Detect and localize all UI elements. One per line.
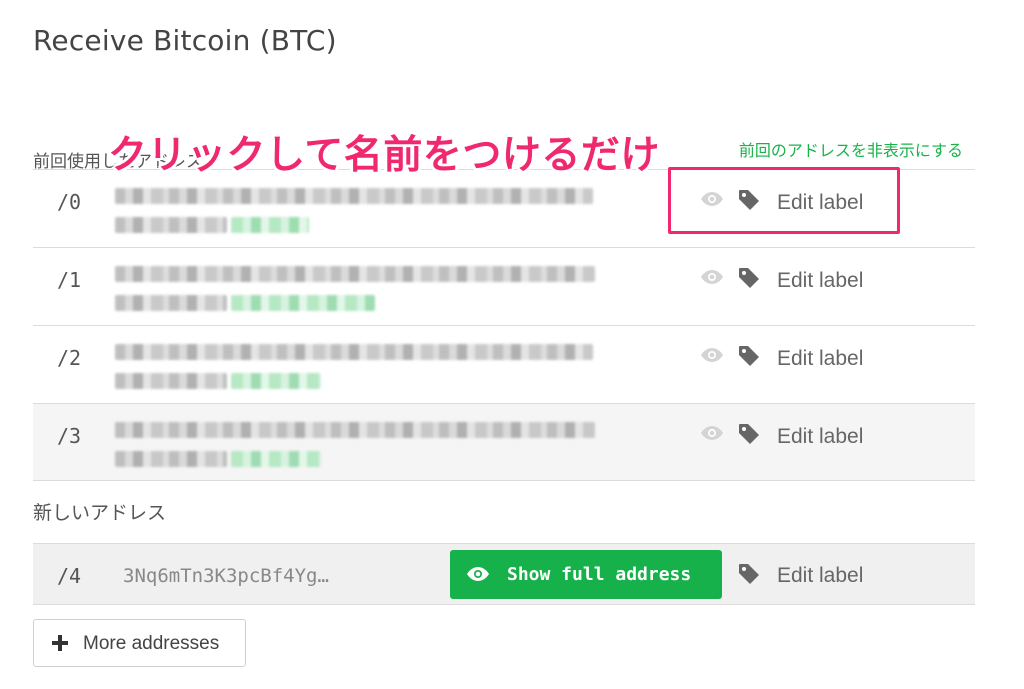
edit-label-link[interactable]: Edit label	[777, 191, 863, 215]
eye-icon[interactable]	[700, 345, 724, 365]
address-row: /3 Edit label	[33, 403, 975, 481]
address-row: /1 Edit label	[33, 247, 975, 325]
show-full-address-label: Show full address	[507, 564, 692, 585]
edit-label-link[interactable]: Edit label	[777, 425, 863, 449]
tag-icon	[739, 346, 759, 366]
show-full-address-button[interactable]: Show full address	[450, 550, 722, 599]
plus-icon	[52, 635, 68, 651]
eye-icon[interactable]	[700, 189, 724, 209]
address-index: /1	[57, 268, 82, 292]
short-address: 3Nq6mTn3K3pcBf4Yg…	[123, 565, 329, 587]
eye-icon	[467, 567, 489, 581]
edit-label-link[interactable]: Edit label	[777, 347, 863, 371]
eye-icon[interactable]	[700, 423, 724, 443]
edit-label-link[interactable]: Edit label	[777, 269, 863, 293]
blurred-address	[115, 258, 595, 318]
tag-icon	[739, 424, 759, 444]
new-address-row: /4 3Nq6mTn3K3pcBf4Yg… Show full address …	[33, 543, 975, 605]
new-address-label: 新しいアドレス	[33, 502, 167, 524]
edit-label-link[interactable]: Edit label	[777, 564, 863, 588]
address-index: /0	[57, 190, 82, 214]
eye-icon[interactable]	[700, 267, 724, 287]
address-index: /4	[57, 564, 82, 588]
blurred-address	[115, 180, 595, 240]
blurred-address	[115, 336, 595, 396]
blurred-address	[115, 414, 595, 474]
address-row: /2 Edit label	[33, 325, 975, 403]
tag-icon	[739, 564, 759, 584]
address-row: /0 Edit label	[33, 169, 975, 247]
address-index: /3	[57, 424, 82, 448]
annotation-caption: クリックして名前をつけるだけ	[108, 133, 660, 178]
hide-previous-addresses-link[interactable]: 前回のアドレスを非表示にする	[739, 137, 963, 161]
address-index: /2	[57, 346, 82, 370]
more-addresses-label: More addresses	[83, 633, 220, 654]
more-addresses-button[interactable]: More addresses	[33, 619, 246, 667]
tag-icon	[739, 190, 759, 210]
page-title: Receive Bitcoin (BTC)	[33, 24, 337, 57]
tag-icon	[739, 268, 759, 288]
